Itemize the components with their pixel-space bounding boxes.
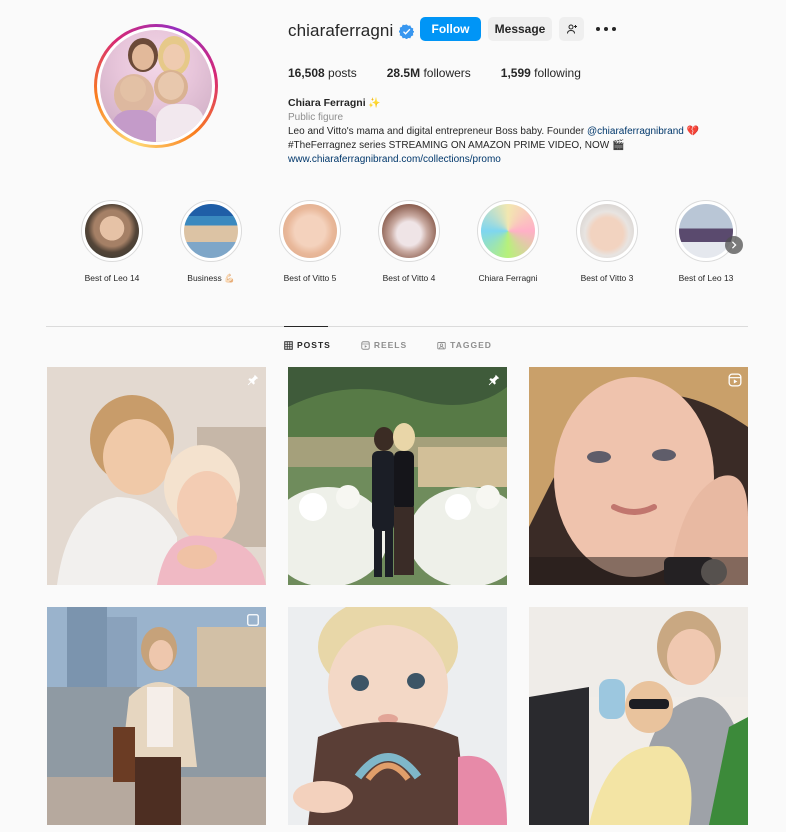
follow-button[interactable]: Follow: [420, 17, 481, 41]
followers-stat[interactable]: 28.5M followers: [387, 66, 471, 80]
highlight-item[interactable]: Best of Leo 14: [64, 200, 160, 283]
active-tab-indicator: [284, 326, 328, 327]
chevron-right-icon[interactable]: [725, 236, 743, 254]
bio-name: Chiara Ferragni: [288, 97, 366, 109]
following-stat[interactable]: 1,599 following: [501, 66, 581, 80]
verified-badge-icon: [399, 23, 415, 39]
reel-icon: [361, 340, 370, 350]
bio-category: Public figure: [288, 112, 344, 123]
message-button[interactable]: Message: [488, 17, 552, 41]
highlight-item[interactable]: Best of Vitto 3: [559, 200, 655, 283]
pin-icon: [247, 374, 259, 386]
pin-icon: [488, 374, 500, 386]
post-thumbnail[interactable]: [288, 607, 507, 825]
profile-tabs: POSTS REELS TAGGED: [284, 340, 522, 350]
profile-stats: 16,508 posts 28.5M followers 1,599 follo…: [288, 66, 611, 80]
tab-tagged[interactable]: TAGGED: [437, 340, 492, 350]
story-highlights: Best of Leo 14 Business 💪🏻 Best of Vitto…: [64, 200, 754, 296]
profile-page: chiaraferragni Follow Message 16,508 pos…: [0, 0, 786, 832]
bio-line-2: #TheFerragnez series STREAMING ON AMAZON…: [288, 140, 625, 151]
tagged-icon: [437, 341, 446, 349]
post-thumbnail[interactable]: [529, 367, 748, 585]
highlight-item[interactable]: Business 💪🏻: [163, 200, 259, 284]
add-user-icon: [566, 24, 577, 34]
profile-avatar[interactable]: [94, 24, 218, 148]
grid-icon: [284, 340, 293, 350]
tabs-divider: [46, 326, 748, 327]
post-thumbnail[interactable]: [288, 367, 507, 585]
profile-bio: Chiara Ferragni ✨ Public figure Leo and …: [288, 96, 748, 167]
highlight-item[interactable]: Chiara Ferragni: [460, 200, 556, 283]
posts-stat: 16,508 posts: [288, 66, 357, 80]
tab-reels[interactable]: REELS: [361, 340, 407, 350]
highlight-item[interactable]: Best of Vitto 5: [262, 200, 358, 283]
post-thumbnail[interactable]: [47, 607, 266, 825]
bio-website-link[interactable]: www.chiaraferragnibrand.com/collections/…: [288, 153, 748, 167]
avatar-photo: [100, 30, 212, 142]
post-thumbnail[interactable]: [529, 607, 748, 825]
username-row: chiaraferragni: [288, 16, 415, 46]
more-options-icon[interactable]: [596, 22, 616, 36]
highlight-item[interactable]: Best of Vitto 4: [361, 200, 457, 283]
bio-line-1: Leo and Vitto's mama and digital entrepr…: [288, 126, 700, 137]
reel-icon: [728, 373, 742, 387]
sparkles-emoji: ✨: [368, 98, 381, 109]
post-thumbnail[interactable]: [47, 367, 266, 585]
username: chiaraferragni: [288, 21, 394, 40]
brand-mention-link[interactable]: @chiaraferragnibrand: [587, 126, 684, 137]
pin-icon: [247, 614, 259, 626]
add-user-button[interactable]: [559, 17, 584, 41]
tab-posts[interactable]: POSTS: [284, 340, 331, 350]
